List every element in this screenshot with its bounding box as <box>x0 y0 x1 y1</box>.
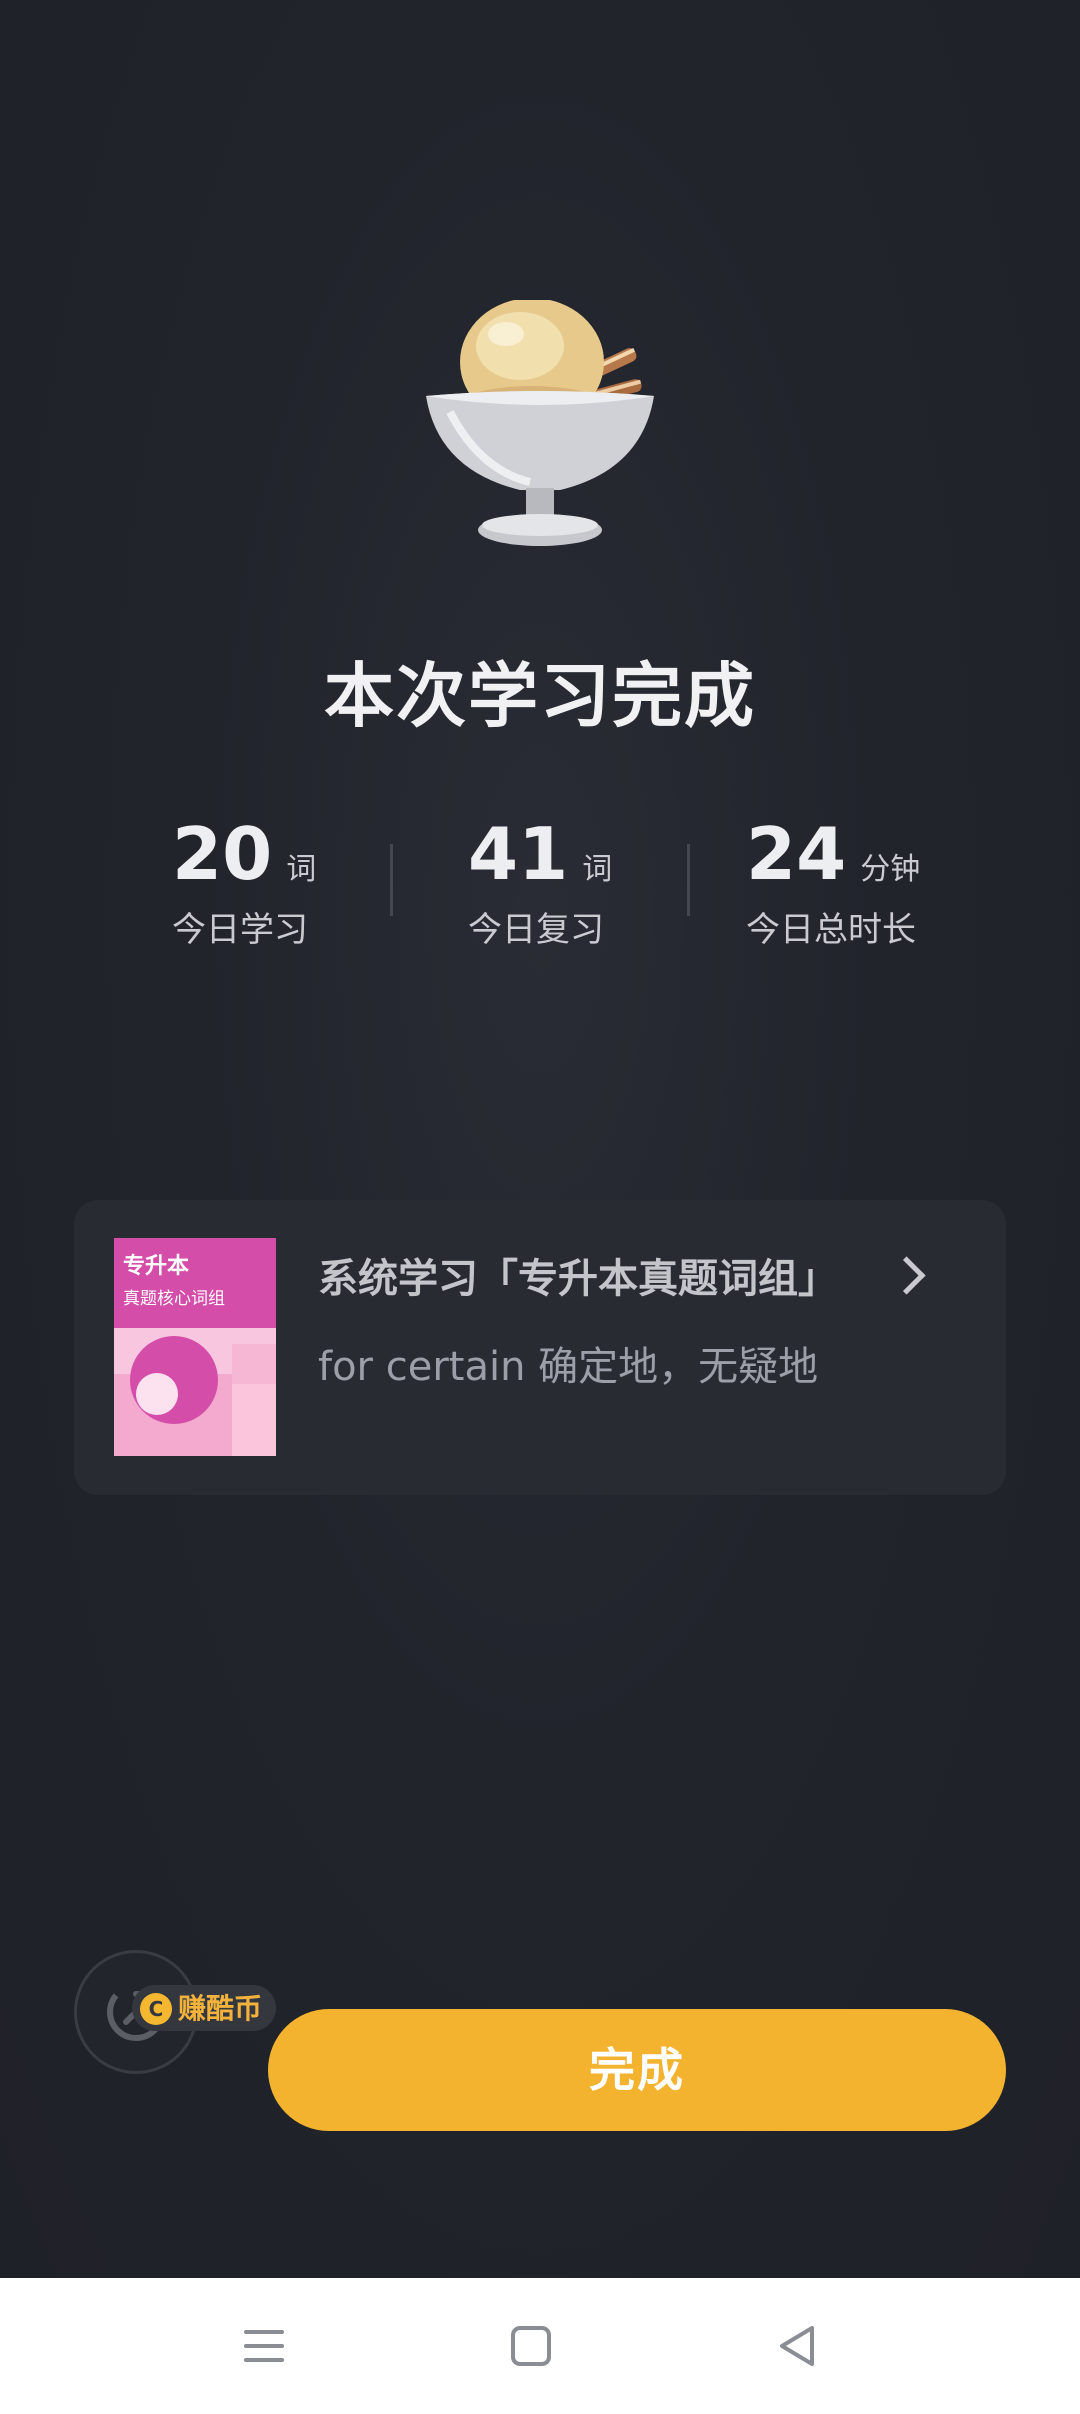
stat-unit: 分钟 <box>860 852 921 887</box>
stat-unit: 词 <box>286 852 317 887</box>
stat-value: 41 <box>468 812 569 896</box>
chevron-right-icon <box>887 1256 926 1295</box>
stat-divider <box>390 844 393 916</box>
stat-label: 今日总时长 <box>746 910 916 950</box>
ice-cream-icon <box>426 300 654 546</box>
coin-icon: C <box>140 1993 172 2025</box>
book-cover: 专升本 真题核心词组 <box>114 1238 276 1456</box>
badge-label: 赚酷币 <box>178 1992 263 2025</box>
stat-duration: 24 分钟 今日总时长 <box>746 810 1046 951</box>
done-button[interactable]: 完成 <box>268 2009 1006 2131</box>
card-title: 系统学习「专升本真题词组」 <box>318 1256 838 1302</box>
stat-reviewed: 41 词 今日复习 <box>468 810 768 951</box>
home-icon[interactable] <box>501 2316 561 2376</box>
stat-value: 20 <box>172 812 273 896</box>
stat-learned: 20 词 今日学习 <box>172 810 472 951</box>
cover-subtitle: 真题核心词组 <box>123 1289 225 1309</box>
completion-screen: 本次学习完成 20 词 今日学习 41 词 今日复习 24 分钟 今日总时长 专升本 … <box>0 0 1080 2278</box>
back-icon[interactable] <box>768 2316 828 2376</box>
stat-unit: 词 <box>582 852 613 887</box>
cover-title: 专升本 <box>123 1254 190 1279</box>
system-nav-bar <box>0 2278 1080 2414</box>
stat-label: 今日学习 <box>172 910 308 950</box>
stat-divider <box>687 844 690 916</box>
page-title: 本次学习完成 <box>324 655 756 737</box>
earn-coins-badge[interactable]: C 赚酷币 <box>132 1985 277 2031</box>
menu-icon[interactable] <box>234 2316 294 2376</box>
stats-row: 20 词 今日学习 41 词 今日复习 24 分钟 今日总时长 <box>0 810 1080 960</box>
stat-value: 24 <box>746 812 847 896</box>
card-subtitle: for certain 确定地，无疑地 <box>318 1344 819 1390</box>
study-plan-card[interactable]: 专升本 真题核心词组 系统学习「专升本真题词组」 for certain 确定地… <box>74 1200 1006 1495</box>
stat-label: 今日复习 <box>468 910 604 950</box>
